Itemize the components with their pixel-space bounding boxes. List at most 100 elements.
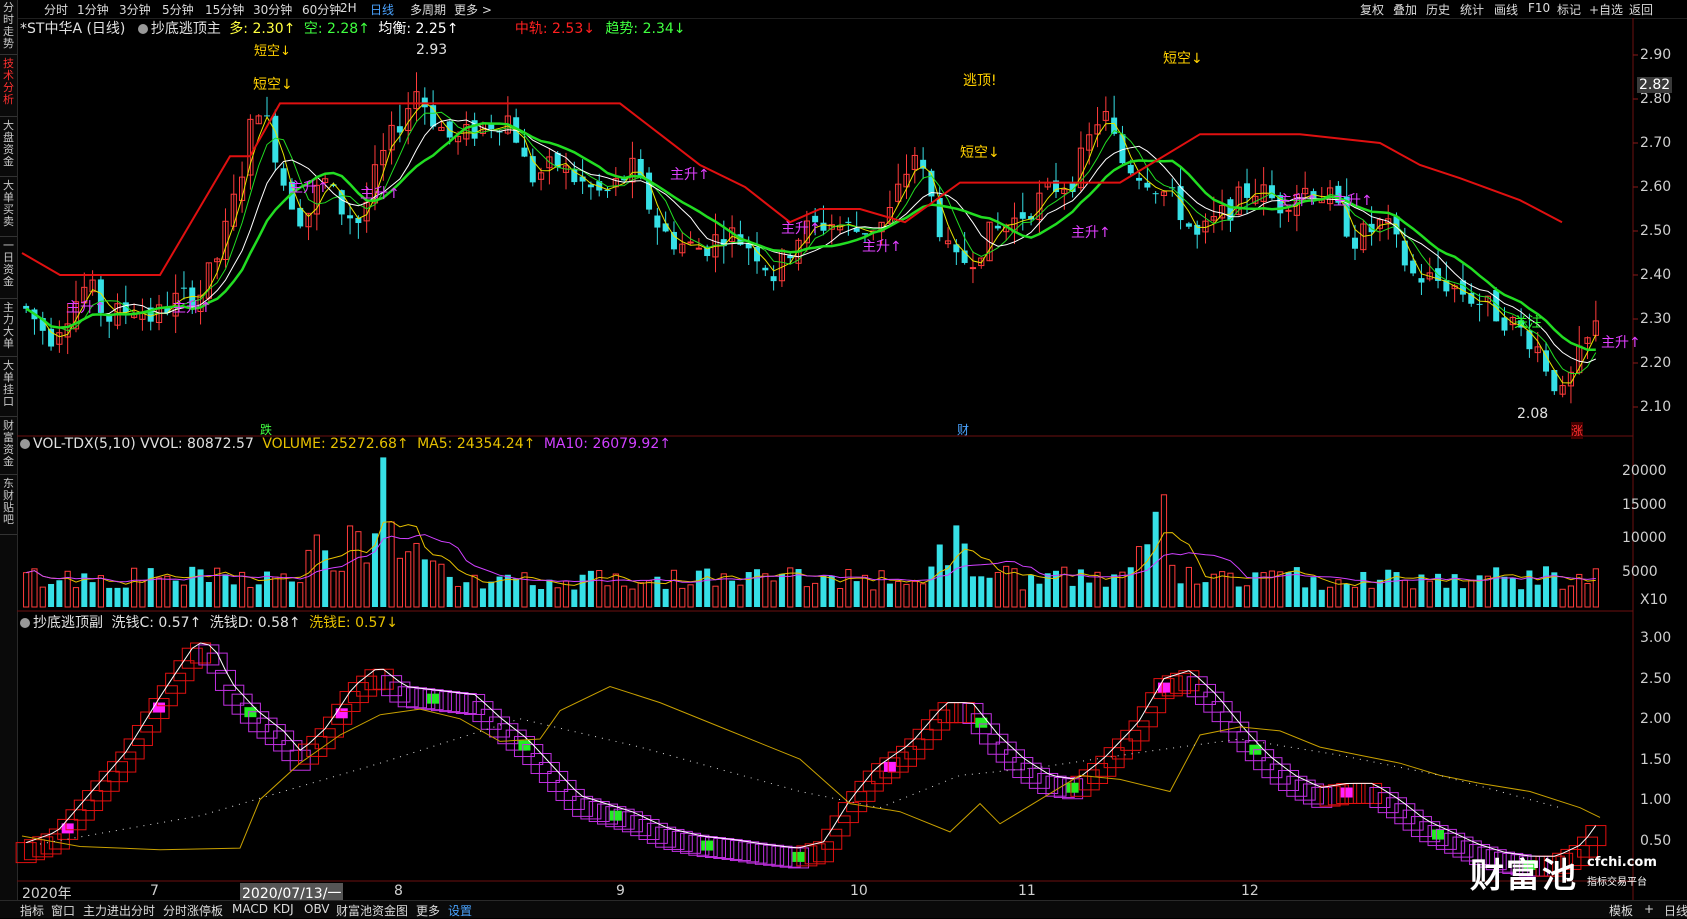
current-price-tag: 2.82 — [1637, 77, 1673, 93]
volume-bar-down — [662, 588, 669, 607]
volume-bar-up — [895, 580, 902, 608]
volume-bar-down — [695, 570, 702, 607]
volume-bar-up — [845, 569, 852, 608]
volume-bar-up — [1468, 579, 1475, 608]
sub-fill-box — [701, 840, 714, 851]
bottom-tab-8[interactable]: 更多 — [416, 902, 440, 919]
volume-bar-down — [986, 577, 993, 607]
candle-body-down — [446, 121, 453, 138]
volume-bar-down — [587, 570, 594, 607]
volume-bar-up — [180, 584, 188, 608]
bottom-tab-3[interactable]: 分时涨停板 — [163, 902, 223, 919]
candle-body-down — [297, 207, 304, 227]
bottom-tab-1[interactable]: 窗口 — [51, 902, 75, 919]
candle-body-down — [1127, 164, 1134, 174]
sub-box — [829, 815, 851, 837]
volume-bar-down — [1202, 582, 1209, 607]
candle-body-down — [347, 215, 354, 219]
volume-bar-up — [1169, 564, 1176, 608]
volume-bar-up — [770, 580, 777, 608]
candle-body-up — [1285, 209, 1292, 212]
volume-bar-down — [579, 574, 586, 607]
candle-body-down — [571, 168, 578, 183]
candle-body-down — [1501, 317, 1508, 331]
volume-bar-up — [31, 568, 38, 608]
volume-bar-down — [488, 581, 495, 607]
bottom-tab-5[interactable]: KDJ — [273, 902, 294, 916]
bottom-tab-2[interactable]: 主力进出分时 — [83, 902, 155, 919]
sub-fill-box — [1066, 782, 1079, 793]
price-tick: 2.50 — [1640, 223, 1672, 239]
volume-bar-up — [164, 575, 171, 608]
volume-bar-down — [1534, 584, 1541, 607]
candle-body-down — [1268, 185, 1275, 199]
bottom-right-1[interactable]: + — [1644, 902, 1654, 916]
volume-bar-up — [238, 571, 246, 608]
x-tick: 11 — [1018, 883, 1036, 899]
candle-body-down — [396, 126, 403, 133]
volume-bar-up — [1011, 568, 1018, 608]
volume-bar-down — [322, 550, 329, 607]
candle-body-down — [646, 172, 653, 210]
volume-bar-down — [1501, 576, 1508, 607]
candle-body-down — [521, 147, 528, 157]
bottom-right-0[interactable]: 模板 — [1609, 902, 1633, 919]
volume-bar-up — [1268, 570, 1276, 608]
bottom-tab-9[interactable]: 设置 — [448, 902, 472, 919]
volume-bar-up — [554, 587, 561, 608]
sub-box — [140, 711, 162, 733]
volume-bar-down — [230, 584, 237, 607]
volume-bar-up — [762, 573, 769, 608]
volume-bar-down — [928, 566, 935, 607]
volume-bar-down — [288, 581, 295, 607]
sub-fill-box — [883, 761, 896, 772]
chart-canvas[interactable] — [0, 0, 1687, 900]
signal-up: 主升↑ — [862, 239, 902, 255]
sub-fill-box — [1340, 787, 1353, 798]
bottom-right-2[interactable]: 日线 — [1664, 902, 1687, 919]
volume-bar-down — [978, 576, 985, 607]
sub-tick: 2.50 — [1640, 670, 1672, 687]
signal-short-1: 短空↓ — [253, 77, 293, 93]
volume-bar-up — [305, 549, 312, 608]
candle-body-down — [845, 221, 852, 223]
candle-body-down — [1136, 177, 1143, 181]
candle-body-down — [1543, 350, 1550, 372]
volume-bar-up — [1219, 571, 1226, 608]
signal-up: 主升↑ — [289, 180, 329, 196]
sub-fill-box — [518, 740, 531, 751]
sub-white-line — [26, 642, 1597, 857]
volume-bar-down — [380, 457, 387, 607]
x-tick: 7 — [150, 883, 159, 899]
volume-bar-down — [1543, 566, 1550, 607]
signal-short-2: 短空↓ — [960, 145, 1000, 161]
high-price-label: 2.93 — [416, 42, 448, 58]
candle-body-down — [770, 276, 777, 282]
volume-bar-down — [1376, 579, 1383, 607]
sub-gold-line — [21, 685, 1601, 851]
volume-bar-down — [1144, 544, 1151, 607]
volume-bar-down — [1459, 588, 1466, 607]
signal-up: 主升↑ — [1333, 193, 1373, 209]
bottom-tab-6[interactable]: OBV — [304, 902, 330, 916]
volume-bar-up — [1426, 580, 1433, 608]
bottom-tab-0[interactable]: 指标 — [20, 902, 44, 919]
volume-tick: 10000 — [1622, 530, 1667, 546]
sub-fill-box — [153, 702, 166, 713]
volume-bar-up — [1243, 585, 1251, 608]
price-tick: 2.70 — [1640, 135, 1672, 151]
bottom-tab-4[interactable]: MACD — [232, 902, 268, 916]
bottom-tab-7[interactable]: 财富池资金图 — [336, 902, 408, 919]
volume-bar-up — [1592, 568, 1599, 608]
volume-bar-up — [405, 551, 412, 608]
volume-bar-up — [413, 542, 420, 608]
volume-bar-up — [1210, 573, 1217, 608]
volume-bar-up — [1094, 571, 1101, 608]
volume-tick: 20000 — [1622, 463, 1667, 479]
volume-bar-up — [645, 580, 653, 608]
sub-box — [538, 761, 560, 783]
candle-body-down — [994, 225, 1001, 229]
signal-watch: 关注 — [1514, 315, 1542, 331]
signal-short-3: 短空↓ — [1163, 51, 1203, 67]
sub-tick: 0.50 — [1640, 832, 1672, 849]
